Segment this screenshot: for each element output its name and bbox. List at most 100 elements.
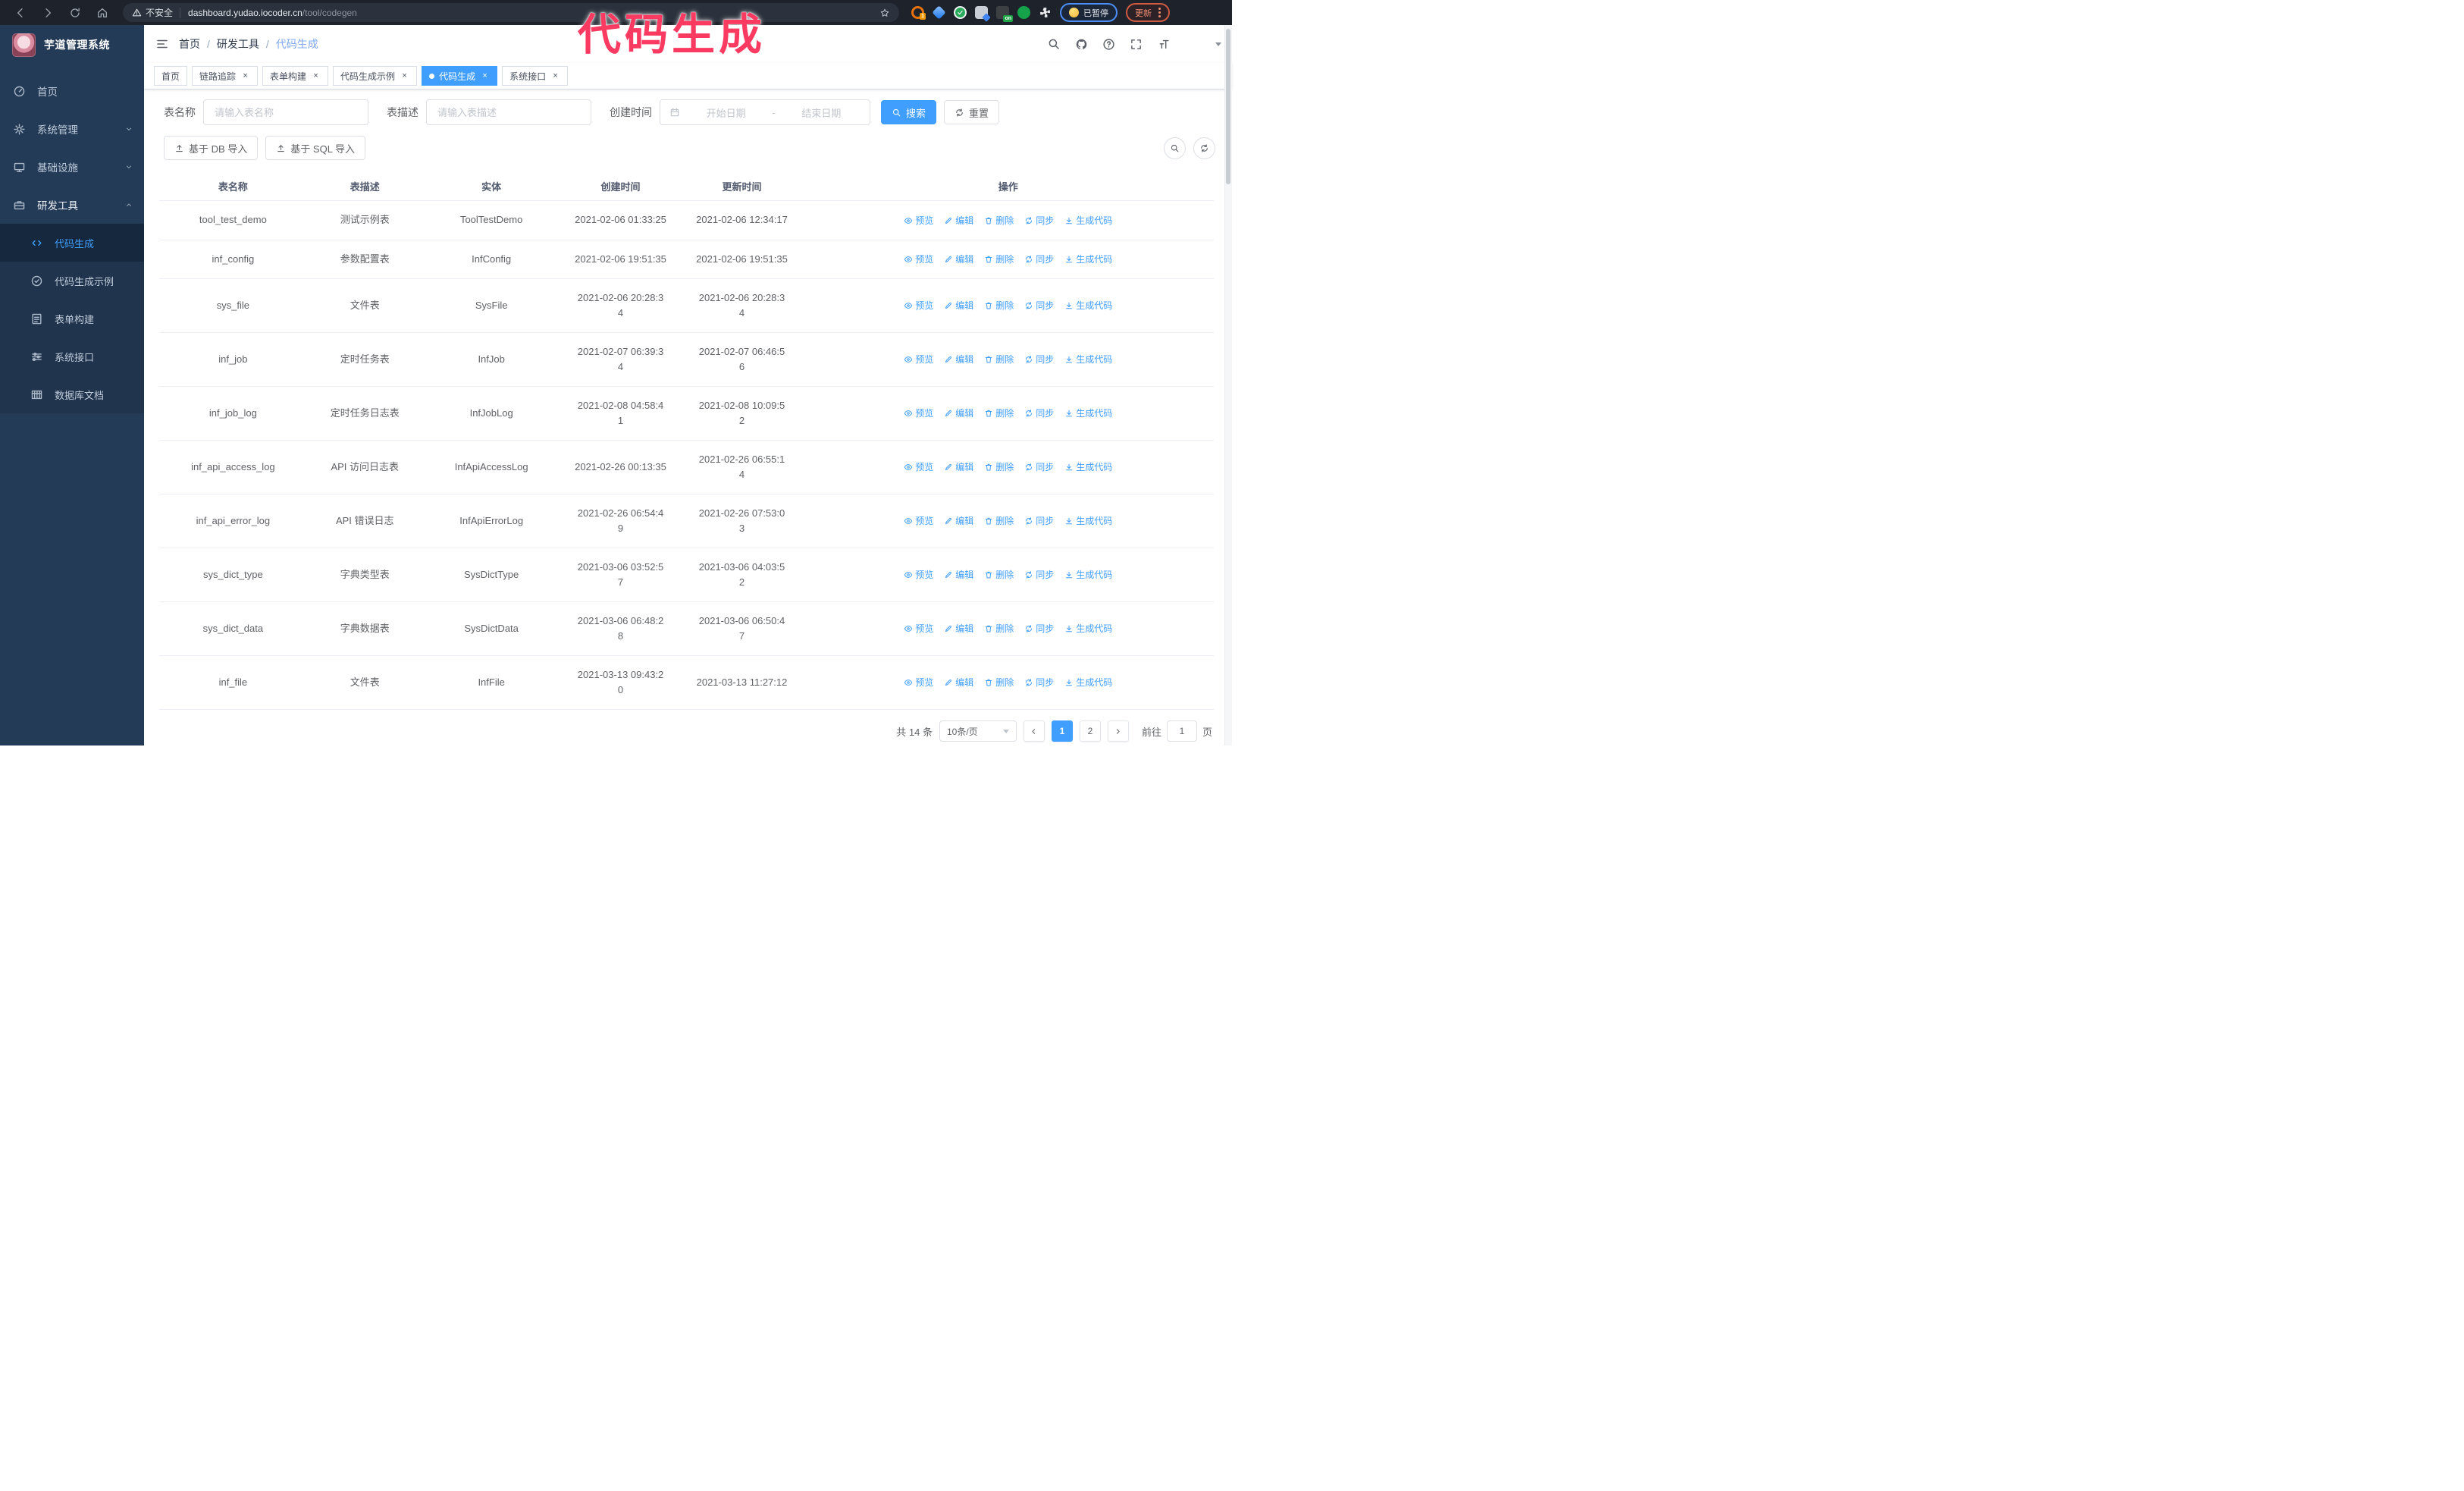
search-icon[interactable] [1047, 37, 1061, 51]
sidebar-item-db-doc[interactable]: 数据库文档 [0, 375, 144, 413]
browser-back-button[interactable] [12, 5, 29, 21]
preview-link[interactable]: 预览 [904, 213, 933, 228]
sidebar-item-codegen[interactable]: 代码生成 [0, 224, 144, 262]
delete-link[interactable]: 删除 [984, 252, 1014, 267]
generate-code-link[interactable]: 生成代码 [1064, 298, 1112, 313]
refresh-table-button[interactable] [1193, 137, 1215, 159]
sync-link[interactable]: 同步 [1024, 621, 1054, 636]
generate-code-link[interactable]: 生成代码 [1064, 213, 1112, 228]
extension-icon-grid[interactable] [975, 6, 991, 22]
page-button-1[interactable]: 1 [1051, 720, 1073, 742]
delete-link[interactable]: 删除 [984, 352, 1014, 367]
tab-trace[interactable]: 链路追踪 [192, 66, 259, 86]
generate-code-link[interactable]: 生成代码 [1064, 460, 1112, 475]
sidebar-item-form-builder[interactable]: 表单构建 [0, 300, 144, 337]
edit-link[interactable]: 编辑 [944, 352, 973, 367]
sync-link[interactable]: 同步 [1024, 213, 1054, 228]
preview-link[interactable]: 预览 [904, 298, 933, 313]
avatar-caret-icon[interactable] [1215, 42, 1221, 46]
toggle-search-button[interactable] [1164, 137, 1186, 159]
page-button-2[interactable]: 2 [1079, 720, 1101, 742]
font-size-icon[interactable] [1157, 38, 1170, 51]
extension-icon-check[interactable] [954, 6, 967, 19]
edit-link[interactable]: 编辑 [944, 252, 973, 267]
delete-link[interactable]: 删除 [984, 406, 1014, 421]
edit-link[interactable]: 编辑 [944, 406, 973, 421]
sync-link[interactable]: 同步 [1024, 406, 1054, 421]
preview-link[interactable]: 预览 [904, 460, 933, 475]
next-page-button[interactable] [1107, 720, 1129, 742]
tab-system-api[interactable]: 系统接口 [502, 66, 569, 86]
close-icon[interactable] [240, 71, 250, 81]
extension-icon-orange[interactable]: 1 [911, 6, 926, 20]
preview-link[interactable]: 预览 [904, 252, 933, 267]
delete-link[interactable]: 删除 [984, 460, 1014, 475]
extension-icon-gem[interactable] [932, 5, 946, 20]
generate-code-link[interactable]: 生成代码 [1064, 406, 1112, 421]
delete-link[interactable]: 删除 [984, 298, 1014, 313]
close-icon[interactable] [400, 71, 409, 81]
table-desc-input[interactable] [436, 105, 582, 119]
sync-link[interactable]: 同步 [1024, 352, 1054, 367]
sync-link[interactable]: 同步 [1024, 567, 1054, 582]
edit-link[interactable]: 编辑 [944, 675, 973, 690]
tab-form-builder[interactable]: 表单构建 [262, 66, 329, 86]
browser-home-button[interactable] [94, 5, 111, 21]
reset-button[interactable]: 重置 [944, 100, 1000, 124]
extensions-puzzle-icon[interactable] [1039, 6, 1052, 19]
edit-link[interactable]: 编辑 [944, 298, 973, 313]
sidebar-item-system-api[interactable]: 系统接口 [0, 337, 144, 375]
hamburger-icon[interactable] [144, 37, 179, 51]
tab-codegen[interactable]: 代码生成 [422, 66, 498, 86]
delete-link[interactable]: 删除 [984, 621, 1014, 636]
address-bar[interactable]: 不安全 dashboard.yudao.iocoder.cn/tool/code… [123, 3, 899, 22]
browser-forward-button[interactable] [39, 5, 56, 21]
more-menu-icon[interactable] [1158, 11, 1161, 14]
edit-link[interactable]: 编辑 [944, 460, 973, 475]
table-name-input[interactable] [213, 105, 359, 119]
generate-code-link[interactable]: 生成代码 [1064, 675, 1112, 690]
paused-badge[interactable]: 已暂停 [1060, 3, 1118, 22]
preview-link[interactable]: 预览 [904, 675, 933, 690]
window-scrollbar[interactable] [1224, 25, 1232, 746]
bookmark-star-icon[interactable] [879, 8, 890, 18]
delete-link[interactable]: 删除 [984, 513, 1014, 529]
goto-page-input[interactable] [1166, 720, 1197, 742]
delete-link[interactable]: 删除 [984, 213, 1014, 228]
generate-code-link[interactable]: 生成代码 [1064, 621, 1112, 636]
import-db-button[interactable]: 基于 DB 导入 [164, 136, 259, 160]
sidebar-item-infrastructure[interactable]: 基础设施 [0, 148, 144, 186]
help-icon[interactable] [1102, 38, 1115, 51]
generate-code-link[interactable]: 生成代码 [1064, 567, 1112, 582]
sync-link[interactable]: 同步 [1024, 460, 1054, 475]
breadcrumb-dev-tools[interactable]: 研发工具 [217, 36, 259, 52]
prev-page-button[interactable] [1023, 720, 1045, 742]
delete-link[interactable]: 删除 [984, 567, 1014, 582]
github-icon[interactable] [1075, 38, 1088, 51]
edit-link[interactable]: 编辑 [944, 213, 973, 228]
date-range-picker[interactable]: 开始日期 - 结束日期 [660, 99, 870, 125]
tab-codegen-demo[interactable]: 代码生成示例 [333, 66, 418, 86]
sidebar-logo-row[interactable]: 芋道管理系统 [0, 25, 144, 64]
browser-update-button[interactable]: 更新 [1126, 3, 1170, 22]
sync-link[interactable]: 同步 [1024, 298, 1054, 313]
import-sql-button[interactable]: 基于 SQL 导入 [265, 136, 366, 160]
edit-link[interactable]: 编辑 [944, 513, 973, 529]
close-icon[interactable] [480, 71, 490, 81]
sidebar-item-system-management[interactable]: 系统管理 [0, 110, 144, 148]
scrollbar-thumb[interactable] [1226, 29, 1230, 184]
delete-link[interactable]: 删除 [984, 675, 1014, 690]
browser-reload-button[interactable] [67, 5, 83, 21]
sync-link[interactable]: 同步 [1024, 513, 1054, 529]
sidebar-item-dev-tools[interactable]: 研发工具 [0, 186, 144, 224]
edit-link[interactable]: 编辑 [944, 567, 973, 582]
search-button[interactable]: 搜索 [881, 100, 937, 124]
close-icon[interactable] [550, 71, 560, 81]
close-icon[interactable] [311, 71, 321, 81]
user-avatar[interactable] [1184, 33, 1207, 55]
preview-link[interactable]: 预览 [904, 567, 933, 582]
generate-code-link[interactable]: 生成代码 [1064, 513, 1112, 529]
sync-link[interactable]: 同步 [1024, 252, 1054, 267]
edit-link[interactable]: 编辑 [944, 621, 973, 636]
sidebar-item-home[interactable]: 首页 [0, 72, 144, 110]
